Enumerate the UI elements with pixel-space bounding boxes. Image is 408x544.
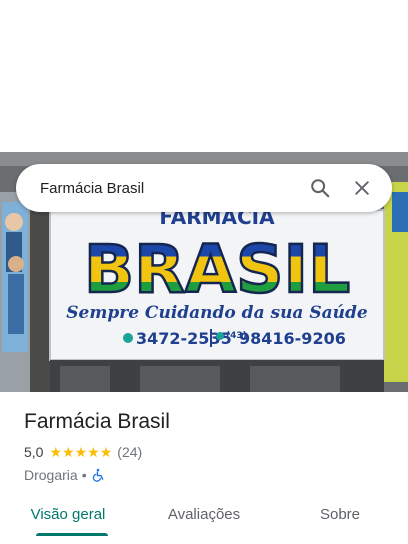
tab-about-label: Sobre xyxy=(319,506,361,523)
star-icon: ★ xyxy=(74,444,88,460)
search-button[interactable] xyxy=(302,170,338,206)
map-blank-area xyxy=(0,0,408,152)
sign-main-text: BRASIL xyxy=(84,231,350,308)
place-title: Farmácia Brasil xyxy=(24,410,170,433)
rating-stars: ★ ★ ★ ★ ★ xyxy=(49,445,112,459)
tab-reviews-label: Avaliações xyxy=(167,506,241,523)
rating-value: 5,0 xyxy=(24,444,44,460)
clear-search-button[interactable] xyxy=(344,170,380,206)
wheelchair-accessible-icon[interactable] xyxy=(91,468,105,482)
star-icon: ★ xyxy=(49,444,63,460)
phone-icon xyxy=(123,333,133,343)
search-input[interactable] xyxy=(40,179,302,197)
star-icon: ★ xyxy=(87,444,100,460)
separator: • xyxy=(81,467,87,483)
rating-row[interactable]: 5,0 ★ ★ ★ ★ ★ (24) xyxy=(24,443,394,461)
search-bar[interactable] xyxy=(16,164,392,212)
star-icon: ★ xyxy=(62,444,75,460)
tab-reviews[interactable]: Avaliações xyxy=(136,496,272,544)
active-tab-indicator xyxy=(36,533,108,536)
place-info: Farmácia Brasil 5,0 ★ ★ ★ ★ ★ (24) Drogaria … xyxy=(24,408,394,484)
sign-slogan-text: Sempre Cuidando da sua Saúde xyxy=(66,303,368,323)
star-icon: ★ xyxy=(99,444,113,460)
whatsapp-icon xyxy=(216,332,224,340)
tab-overview[interactable]: Visão geral xyxy=(0,496,136,544)
category-row: Drogaria • xyxy=(24,466,394,484)
close-icon xyxy=(355,181,369,195)
sign-phone-2: 98416-9206 xyxy=(239,329,346,348)
tab-bar: Visão geral Avaliações Sobre xyxy=(0,496,408,544)
search-icon xyxy=(311,179,330,198)
tab-about[interactable]: Sobre xyxy=(272,496,408,544)
review-count[interactable]: (24) xyxy=(117,444,142,460)
tab-overview-label: Visão geral xyxy=(30,506,106,523)
category-label[interactable]: Drogaria xyxy=(24,467,78,483)
